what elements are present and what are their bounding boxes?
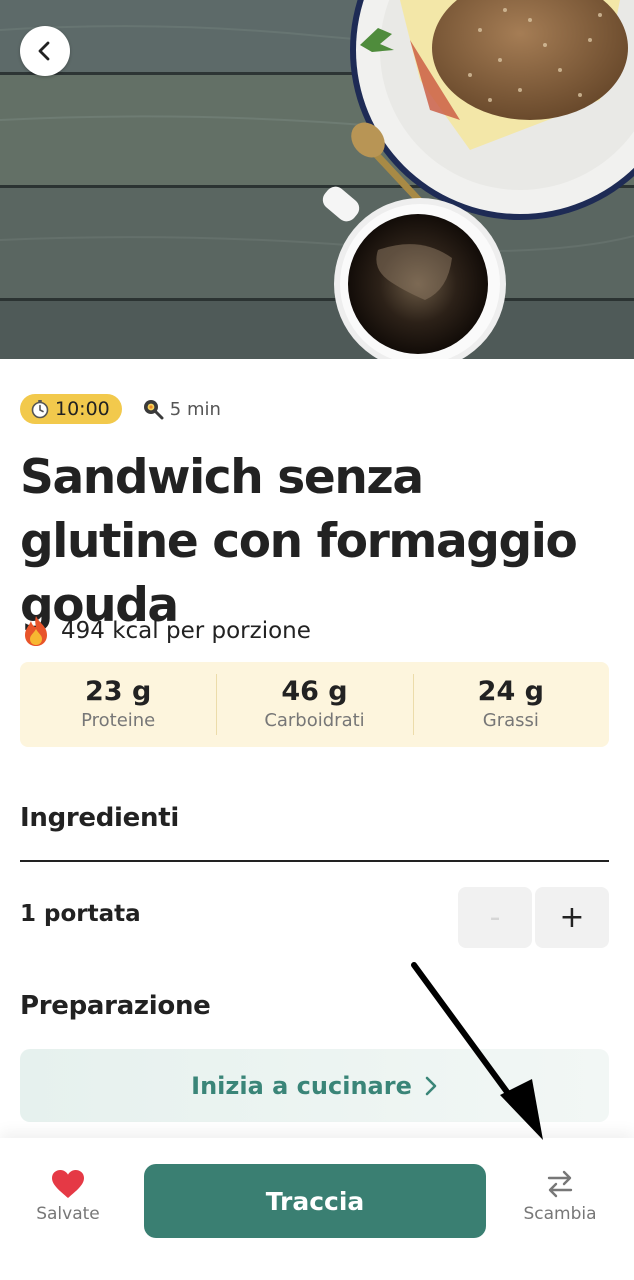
saved-label: Salvate <box>36 1204 100 1224</box>
macros-panel: 23 g Proteine 46 g Carboidrati 24 g Gras… <box>20 662 609 747</box>
section-divider <box>20 860 609 862</box>
macro-value: 46 g <box>281 676 348 707</box>
macro-value: 23 g <box>85 676 152 707</box>
coffee-and-sandwich-photo <box>0 0 634 359</box>
bottom-action-bar: Salvate Traccia Scambia <box>0 1138 634 1280</box>
start-cooking-label: Inizia a cucinare <box>191 1071 412 1100</box>
recipe-title: Sandwich senza glutine con formaggio gou… <box>20 450 578 633</box>
fire-icon <box>25 616 47 646</box>
recipe-meta-row: 10:00 5 min <box>20 394 221 424</box>
meal-time-badge: 10:00 <box>20 394 122 424</box>
decrease-servings-button[interactable]: - <box>458 887 532 948</box>
chevron-left-icon <box>38 41 50 61</box>
macro-label: Proteine <box>81 710 156 731</box>
increase-servings-button[interactable]: + <box>535 887 609 948</box>
swap-arrows-icon <box>547 1170 573 1198</box>
macro-value: 24 g <box>477 676 544 707</box>
calories-text: 494 kcal per porzione <box>61 618 311 644</box>
heart-icon <box>52 1170 84 1198</box>
macro-protein: 23 g Proteine <box>20 662 216 747</box>
macro-carbs: 46 g Carboidrati <box>216 662 412 747</box>
calories-row: 494 kcal per porzione <box>21 615 311 647</box>
back-button[interactable] <box>20 26 70 76</box>
meal-time: 10:00 <box>55 398 110 420</box>
chevron-right-icon <box>425 1076 437 1095</box>
hero-image <box>0 0 634 359</box>
frying-pan-icon <box>143 400 164 420</box>
macro-fat: 24 g Grassi <box>412 662 609 747</box>
prep-time: 5 min <box>142 398 221 420</box>
swap-label: Scambia <box>523 1204 597 1224</box>
servings-label: 1 portata <box>20 901 141 927</box>
macro-label: Grassi <box>482 710 539 731</box>
ingredients-heading: Ingredienti <box>20 803 179 833</box>
preparation-heading: Preparazione <box>20 991 211 1021</box>
start-cooking-button[interactable]: Inizia a cucinare <box>20 1049 609 1122</box>
saved-tab[interactable]: Salvate <box>28 1168 108 1224</box>
prep-time-value: 5 min <box>169 398 221 420</box>
servings-stepper: - + <box>458 887 609 948</box>
swap-tab[interactable]: Scambia <box>516 1168 604 1224</box>
track-label: Traccia <box>265 1186 365 1216</box>
track-button[interactable]: Traccia <box>144 1164 486 1238</box>
alarm-clock-icon <box>31 400 49 419</box>
macro-label: Carboidrati <box>264 710 365 731</box>
